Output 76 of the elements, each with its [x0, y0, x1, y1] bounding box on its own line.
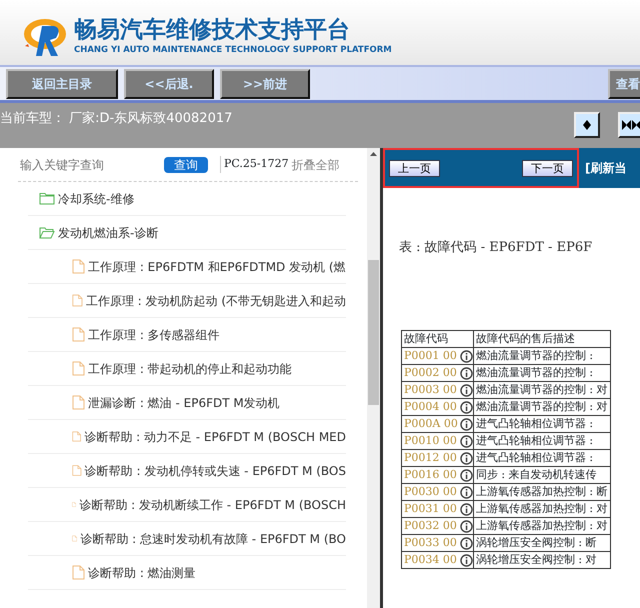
- document-icon: [72, 395, 85, 410]
- collapse-all-link[interactable]: 折叠全部: [292, 156, 340, 174]
- info-icon[interactable]: [460, 418, 473, 431]
- fault-code: P0004 00: [402, 398, 460, 415]
- document-icon: [72, 429, 82, 444]
- fault-description: 同步 : 来自发动机转速传: [473, 466, 610, 483]
- site-subtitle: CHANG YI AUTO MAINTENANCE TECHNOLOGY SUPPORT PLATFORM: [74, 44, 392, 57]
- info-icon[interactable]: [460, 350, 473, 363]
- site-title: 畅易汽车维修技术支持平台: [74, 16, 351, 44]
- info-icon[interactable]: [460, 468, 473, 482]
- document-heading: 表 : 故障代码 - EP6FDT - EP6F: [399, 239, 594, 257]
- table-header: 故障代码的售后描述: [473, 330, 610, 347]
- fault-description: 上游氧传感器加热控制 : 对: [473, 500, 610, 517]
- fault-description: 上游氧传感器加热控制 : 断: [473, 483, 610, 500]
- search-button[interactable]: 查询: [164, 156, 208, 172]
- document-icon: [72, 361, 85, 376]
- fault-description: 燃油流量调节器的控制 : 对: [473, 381, 610, 398]
- vehicle-info: 当前车型： 厂家:D-东风标致40082017: [0, 110, 232, 128]
- document-icon: [72, 463, 82, 478]
- fault-description: 上游氧传感器加热控制 : 对: [473, 517, 610, 534]
- tree-item[interactable]: 诊断帮助 : 燃油测量: [88, 564, 196, 582]
- fault-code: P0030 00: [402, 483, 460, 500]
- tree-item[interactable]: 工作原理 : 带起动机的停止和起动功能: [88, 360, 292, 378]
- info-icon[interactable]: [460, 486, 473, 499]
- fault-code: P0033 00: [402, 534, 460, 551]
- tree-folder[interactable]: 发动机燃油系-诊断: [58, 224, 158, 242]
- tree-item[interactable]: 诊断帮助 : 动力不足 - EP6FDT M (BOSCH MED: [84, 428, 346, 446]
- document-icon: [72, 293, 83, 308]
- diamond-icon: [582, 118, 592, 131]
- fault-code: P0032 00: [402, 517, 460, 534]
- product-code: PC.25-1727: [220, 156, 289, 173]
- info-icon[interactable]: [460, 452, 473, 465]
- fault-code: P0034 00: [402, 551, 460, 568]
- tree-folder[interactable]: 冷却系统-维修: [58, 190, 134, 208]
- info-icon[interactable]: [460, 400, 473, 414]
- fault-code: P0003 00: [402, 381, 460, 398]
- fault-code: P0001 00: [402, 347, 460, 364]
- tree-item[interactable]: 泄漏诊断 : 燃油 - EP6FDT M发动机: [88, 394, 280, 412]
- info-icon[interactable]: [460, 384, 473, 397]
- info-icon[interactable]: [460, 520, 473, 533]
- tree-item[interactable]: 工作原理 : EP6FDTM 和EP6FDTMD 发动机 (燃: [88, 258, 346, 276]
- fault-code: P0002 00: [402, 364, 460, 381]
- info-icon[interactable]: [460, 366, 473, 380]
- info-icon[interactable]: [460, 536, 473, 550]
- fault-description: 燃油流量调节器的控制 : 对: [473, 398, 610, 415]
- document-icon: [72, 327, 85, 342]
- fault-code: P0031 00: [402, 500, 460, 517]
- next-page-button[interactable]: 下一页: [522, 160, 573, 176]
- refresh-link[interactable]: [刷新当: [585, 159, 626, 177]
- previous-page-button[interactable]: 上一页: [389, 160, 440, 176]
- fault-code: P0010 00: [402, 432, 460, 449]
- fault-description: 进气凸轮轴相位调节器 :: [473, 432, 610, 449]
- fault-description: 进气凸轮轴相位调节器 :: [473, 449, 610, 466]
- split-panel-button[interactable]: [618, 112, 640, 138]
- scrollbar-thumb[interactable]: [368, 260, 379, 405]
- table-header: 故障代码: [402, 330, 474, 347]
- fault-description: 燃油流量调节器的控制 :: [473, 347, 610, 364]
- fault-code: P000A 00: [402, 415, 460, 432]
- tree-item[interactable]: 诊断帮助 : 发动机断续工作 - EP6FDT M (BOSCH: [79, 496, 346, 514]
- document-icon: [72, 565, 85, 580]
- fault-description: 涡轮增压安全阀控制 : 对: [473, 551, 610, 568]
- expand-panel-button[interactable]: [574, 112, 600, 138]
- tree-item[interactable]: 工作原理 : 多传感器组件: [88, 326, 220, 344]
- fault-description: 涡轮增压安全阀控制 : 断: [473, 534, 610, 551]
- tree-item[interactable]: 诊断帮助 : 发动机停转或失速 - EP6FDT M (BOS: [84, 462, 346, 480]
- tree-item[interactable]: 诊断帮助 : 怠速时发动机有故障 - EP6FDT M (BO: [80, 530, 346, 548]
- fault-code: P0012 00: [402, 449, 460, 466]
- info-icon[interactable]: [460, 554, 473, 567]
- split-arrows-icon: [621, 118, 640, 131]
- document-icon: [72, 259, 85, 274]
- info-icon[interactable]: [460, 434, 473, 448]
- fault-description: 进气凸轮轴相位调节器 :: [473, 415, 610, 432]
- fault-description: 燃油流量调节器的控制 :: [473, 364, 610, 381]
- fault-code: P0016 00: [402, 466, 460, 483]
- info-icon[interactable]: [460, 502, 473, 516]
- tree-item[interactable]: 工作原理 : 发动机防起动 (不带无钥匙进入和起动: [86, 292, 346, 310]
